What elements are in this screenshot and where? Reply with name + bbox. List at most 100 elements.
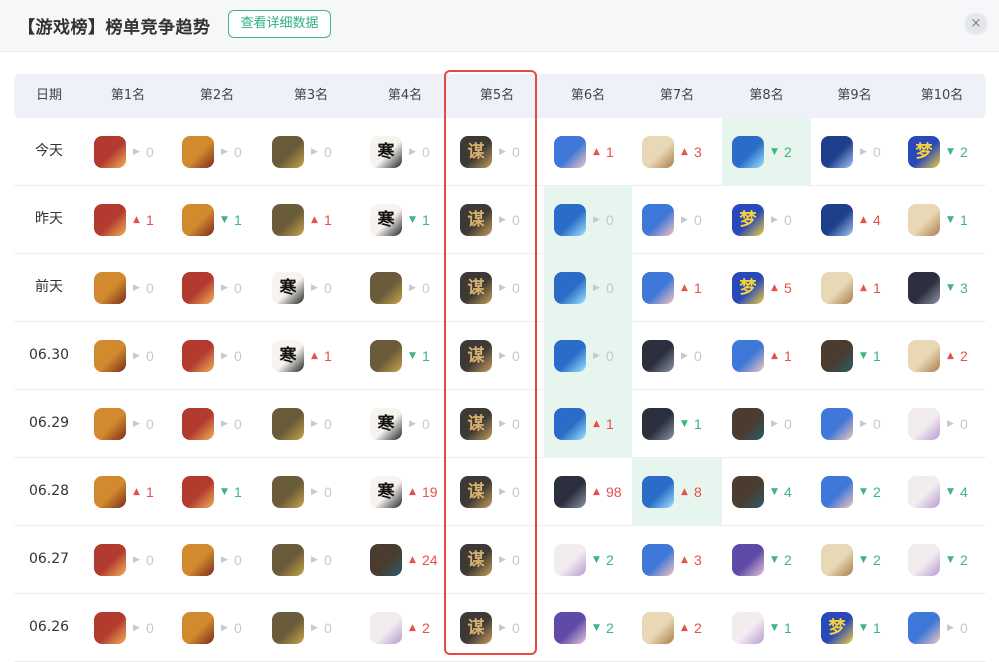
game-icon-blue-girl[interactable]	[642, 272, 674, 304]
rank-cell-7[interactable]: ▲ 8	[632, 458, 722, 525]
rank-cell-5[interactable]: 谋 ▶ 0	[450, 526, 544, 593]
game-icon-purple[interactable]	[732, 544, 764, 576]
rank-cell-2[interactable]: ▶ 0	[172, 526, 262, 593]
rank-cell-10[interactable]: ▲ 2	[898, 322, 986, 389]
game-icon-anime-g[interactable]	[821, 272, 853, 304]
game-icon-meng[interactable]: 梦	[732, 272, 764, 304]
rank-cell-7[interactable]: ▲ 3	[632, 526, 722, 593]
game-icon-mou[interactable]: 谋	[460, 204, 492, 236]
rank-cell-1[interactable]: ▲ 1	[84, 186, 172, 253]
game-icon-pubg[interactable]	[272, 612, 304, 644]
game-icon-dark-hair[interactable]	[642, 340, 674, 372]
game-icon-mou[interactable]: 谋	[460, 340, 492, 372]
rank-cell-6[interactable]: ▶ 0	[544, 186, 632, 253]
game-icon-white-girl[interactable]	[370, 612, 402, 644]
rank-cell-6[interactable]: ▶ 0	[544, 254, 632, 321]
rank-cell-2[interactable]: ▶ 0	[172, 322, 262, 389]
rank-cell-6[interactable]: ▼ 2	[544, 526, 632, 593]
rank-cell-10[interactable]: ▼ 4	[898, 458, 986, 525]
game-icon-hero-a[interactable]	[94, 136, 126, 168]
rank-cell-7[interactable]: ▲ 1	[632, 254, 722, 321]
rank-cell-3[interactable]: ▶ 0	[262, 390, 360, 457]
game-icon-cold[interactable]: 寒	[370, 204, 402, 236]
rank-cell-4[interactable]: ▶ 0	[360, 254, 450, 321]
game-icon-hero-b[interactable]	[94, 340, 126, 372]
rank-cell-1[interactable]: ▶ 0	[84, 594, 172, 661]
game-icon-hat[interactable]	[732, 476, 764, 508]
rank-cell-4[interactable]: ▲ 24	[360, 526, 450, 593]
rank-cell-2[interactable]: ▼ 1	[172, 186, 262, 253]
game-icon-cold[interactable]: 寒	[370, 476, 402, 508]
game-icon-white-girl[interactable]	[908, 408, 940, 440]
rank-cell-8[interactable]: ▼ 1	[722, 594, 811, 661]
game-icon-earth[interactable]	[821, 204, 853, 236]
rank-cell-5[interactable]: 谋 ▶ 0	[450, 390, 544, 457]
game-icon-white-girl[interactable]	[732, 612, 764, 644]
rank-cell-7[interactable]: ▶ 0	[632, 322, 722, 389]
game-icon-mou[interactable]: 谋	[460, 544, 492, 576]
rank-cell-10[interactable]: ▶ 0	[898, 390, 986, 457]
rank-cell-3[interactable]: ▲ 1	[262, 186, 360, 253]
game-icon-pubg[interactable]	[272, 544, 304, 576]
rank-cell-1[interactable]: ▶ 0	[84, 322, 172, 389]
rank-cell-9[interactable]: ▼ 2	[811, 526, 898, 593]
game-icon-pubg[interactable]	[370, 272, 402, 304]
game-icon-swords[interactable]	[642, 476, 674, 508]
game-icon-blue-girl[interactable]	[908, 612, 940, 644]
rank-cell-2[interactable]: ▼ 1	[172, 458, 262, 525]
rank-cell-10[interactable]: ▼ 3	[898, 254, 986, 321]
rank-cell-8[interactable]: ▼ 2	[722, 526, 811, 593]
rank-cell-3[interactable]: ▶ 0	[262, 594, 360, 661]
rank-cell-9[interactable]: ▲ 4	[811, 186, 898, 253]
rank-cell-7[interactable]: ▲ 2	[632, 594, 722, 661]
game-icon-hero-b[interactable]	[182, 612, 214, 644]
view-details-button[interactable]: 查看详细数据	[228, 10, 331, 38]
game-icon-swords[interactable]	[554, 408, 586, 440]
rank-cell-1[interactable]: ▶ 0	[84, 254, 172, 321]
rank-cell-4[interactable]: 寒 ▲ 19	[360, 458, 450, 525]
rank-cell-4[interactable]: 寒 ▶ 0	[360, 390, 450, 457]
rank-cell-8[interactable]: ▼ 2	[722, 118, 811, 185]
game-icon-mou[interactable]: 谋	[460, 476, 492, 508]
game-icon-hero-b[interactable]	[94, 408, 126, 440]
rank-cell-2[interactable]: ▶ 0	[172, 390, 262, 457]
rank-cell-8[interactable]: ▼ 4	[722, 458, 811, 525]
rank-cell-8[interactable]: 梦 ▲ 5	[722, 254, 811, 321]
rank-cell-9[interactable]: ▼ 2	[811, 458, 898, 525]
game-icon-cold[interactable]: 寒	[272, 340, 304, 372]
game-icon-anime-g[interactable]	[642, 136, 674, 168]
game-icon-blue-girl[interactable]	[821, 476, 853, 508]
game-icon-blue-girl[interactable]	[554, 136, 586, 168]
game-icon-blue-girl[interactable]	[821, 408, 853, 440]
game-icon-hero-a[interactable]	[182, 476, 214, 508]
rank-cell-5[interactable]: 谋 ▶ 0	[450, 118, 544, 185]
game-icon-anime-g[interactable]	[908, 204, 940, 236]
game-icon-pubg[interactable]	[272, 476, 304, 508]
game-icon-pubg[interactable]	[272, 136, 304, 168]
game-icon-anime-g[interactable]	[821, 544, 853, 576]
rank-cell-4[interactable]: ▼ 1	[360, 322, 450, 389]
rank-cell-6[interactable]: ▶ 0	[544, 322, 632, 389]
rank-cell-5[interactable]: 谋 ▶ 0	[450, 594, 544, 661]
rank-cell-4[interactable]: ▲ 2	[360, 594, 450, 661]
game-icon-hat[interactable]	[821, 340, 853, 372]
game-icon-mou[interactable]: 谋	[460, 612, 492, 644]
rank-cell-6[interactable]: ▲ 98	[544, 458, 632, 525]
game-icon-meng[interactable]: 梦	[732, 204, 764, 236]
rank-cell-10[interactable]: ▼ 2	[898, 526, 986, 593]
game-icon-mou[interactable]: 谋	[460, 136, 492, 168]
game-icon-anime-g[interactable]	[642, 612, 674, 644]
rank-cell-2[interactable]: ▶ 0	[172, 594, 262, 661]
rank-cell-6[interactable]: ▲ 1	[544, 118, 632, 185]
rank-cell-10[interactable]: 梦 ▼ 2	[898, 118, 986, 185]
rank-cell-6[interactable]: ▼ 2	[544, 594, 632, 661]
rank-cell-8[interactable]: ▶ 0	[722, 390, 811, 457]
game-icon-anime-g[interactable]	[908, 340, 940, 372]
game-icon-cold[interactable]: 寒	[370, 408, 402, 440]
game-icon-mou[interactable]: 谋	[460, 272, 492, 304]
rank-cell-1[interactable]: ▶ 0	[84, 526, 172, 593]
rank-cell-9[interactable]: ▲ 1	[811, 254, 898, 321]
rank-cell-10[interactable]: ▼ 1	[898, 186, 986, 253]
game-icon-pubg[interactable]	[370, 340, 402, 372]
game-icon-purple[interactable]	[554, 612, 586, 644]
